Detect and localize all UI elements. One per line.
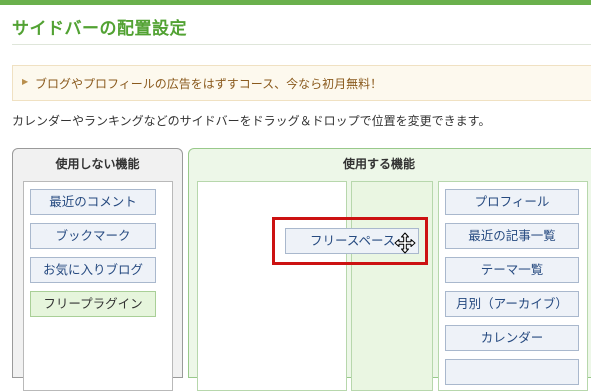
sortable-item-calendar[interactable]: カレンダー (445, 325, 579, 351)
sortable-item-monthly-archive[interactable]: 月別（アーカイブ） (445, 291, 579, 317)
sortable-item-free-plugin[interactable]: フリープラグイン (30, 291, 156, 317)
sortable-item-favorite-blogs[interactable]: お気に入りブログ (30, 257, 156, 283)
used-panel-header: 使用する機能 (342, 157, 415, 171)
used-column-left[interactable] (197, 181, 347, 391)
used-column-middle[interactable] (351, 181, 433, 391)
promo-notice-text[interactable]: ブログやプロフィールの広告をはずすコース、今なら初月無料！ (35, 75, 382, 92)
sortable-item-profile[interactable]: プロフィール (445, 189, 579, 215)
title-divider (12, 44, 591, 45)
sortable-item-theme-list[interactable]: テーマ一覧 (445, 257, 579, 283)
promo-notice[interactable]: ▶ ブログやプロフィールの広告をはずすコース、今なら初月無料！ (12, 65, 591, 101)
triangle-right-icon: ▶ (22, 77, 29, 86)
unused-column: 最近のコメント ブックマーク お気に入りブログ フリープラグイン (23, 181, 173, 391)
page-title: サイドバーの配置設定 (12, 19, 187, 39)
unused-panel-header: 使用しない機能 (55, 157, 140, 171)
sortable-item-recent-articles[interactable]: 最近の記事一覧 (445, 223, 579, 249)
instruction-text: カレンダーやランキングなどのサイドバーをドラッグ＆ドロップで位置を変更できます。 (12, 114, 491, 128)
used-column-right[interactable]: プロフィール 最近の記事一覧 テーマ一覧 月別（アーカイブ） カレンダー (438, 181, 588, 391)
top-accent-bar (0, 0, 591, 5)
sortable-item-recent-comments[interactable]: 最近のコメント (30, 189, 156, 215)
sortable-item-next[interactable] (445, 359, 579, 385)
move-cursor-icon (394, 232, 416, 254)
sortable-item-bookmark[interactable]: ブックマーク (30, 223, 156, 249)
unused-features-panel: 使用しない機能 最近のコメント ブックマーク お気に入りブログ フリープラグイン (12, 148, 183, 391)
